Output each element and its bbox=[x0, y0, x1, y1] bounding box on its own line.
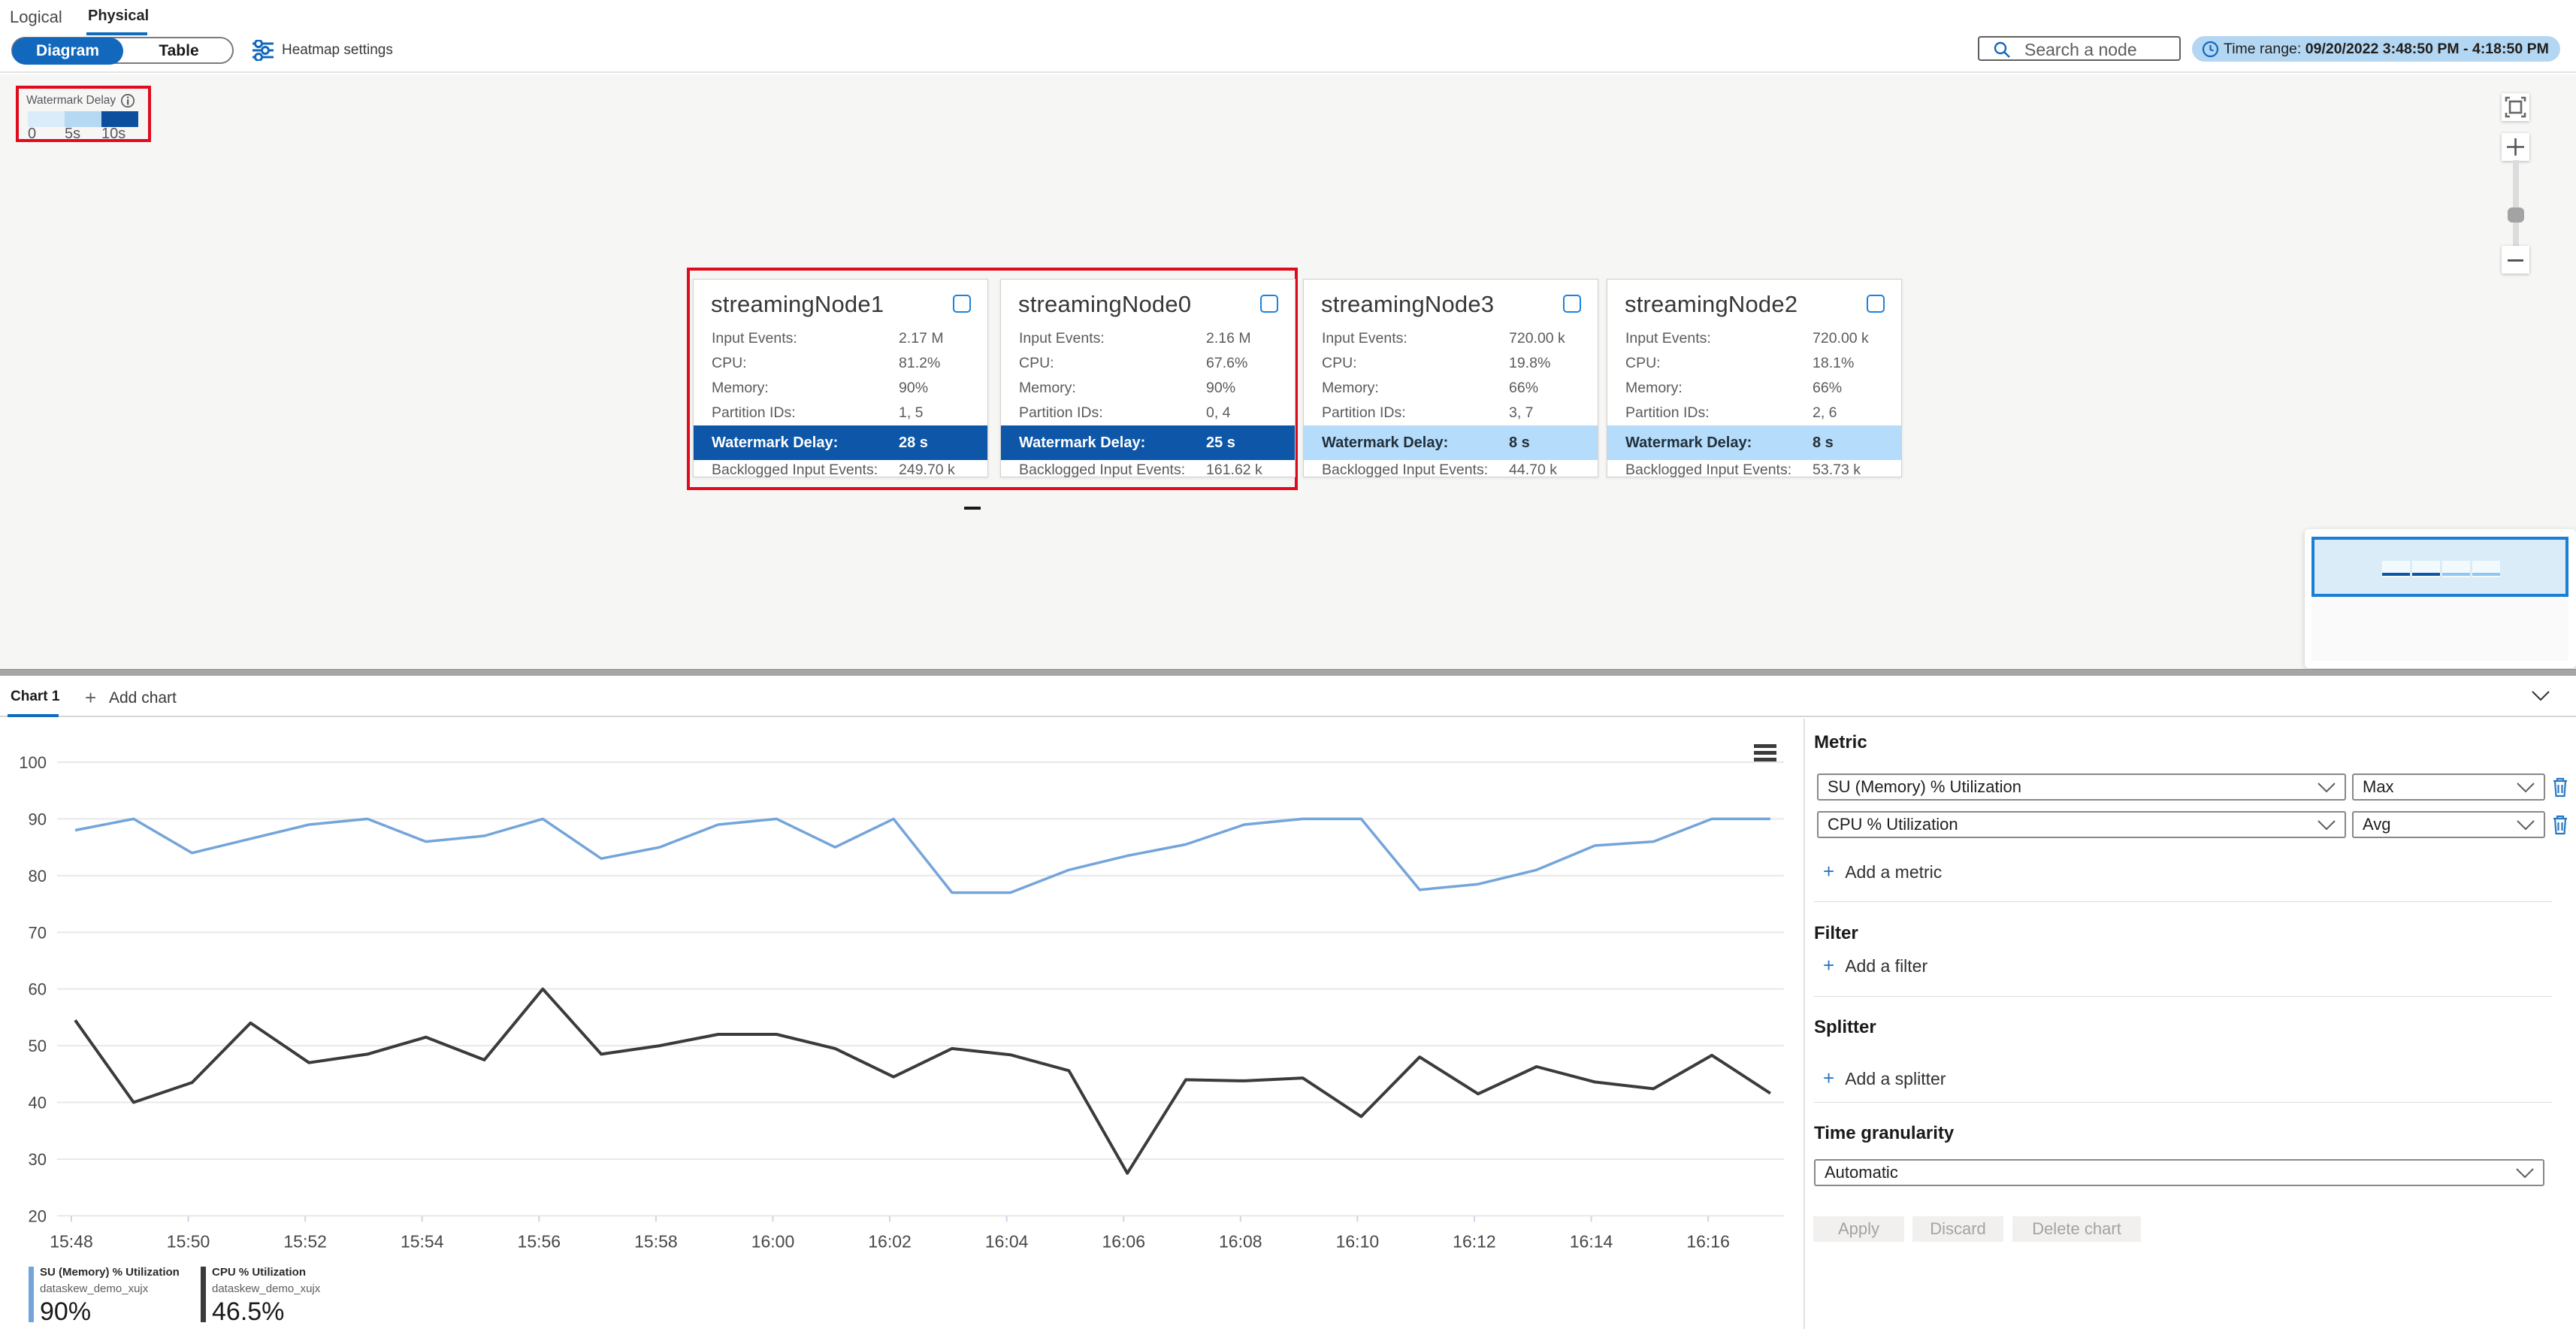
svg-text:15:52: 15:52 bbox=[283, 1231, 327, 1251]
svg-text:90: 90 bbox=[29, 810, 47, 828]
svg-text:30: 30 bbox=[29, 1150, 47, 1169]
svg-text:16:00: 16:00 bbox=[751, 1231, 795, 1251]
svg-text:15:58: 15:58 bbox=[634, 1231, 678, 1251]
svg-text:16:12: 16:12 bbox=[1453, 1231, 1496, 1251]
svg-text:50: 50 bbox=[29, 1037, 47, 1055]
svg-text:16:14: 16:14 bbox=[1570, 1231, 1613, 1251]
svg-text:16:08: 16:08 bbox=[1219, 1231, 1262, 1251]
svg-text:80: 80 bbox=[29, 867, 47, 885]
svg-text:100: 100 bbox=[19, 753, 47, 772]
svg-text:40: 40 bbox=[29, 1094, 47, 1113]
svg-text:70: 70 bbox=[29, 923, 47, 942]
svg-text:60: 60 bbox=[29, 980, 47, 999]
svg-text:16:04: 16:04 bbox=[985, 1231, 1029, 1251]
svg-text:15:56: 15:56 bbox=[518, 1231, 561, 1251]
svg-text:20: 20 bbox=[29, 1206, 47, 1225]
svg-text:15:50: 15:50 bbox=[167, 1231, 210, 1251]
svg-text:16:06: 16:06 bbox=[1102, 1231, 1145, 1251]
svg-text:16:16: 16:16 bbox=[1686, 1231, 1730, 1251]
svg-text:15:48: 15:48 bbox=[50, 1231, 93, 1251]
svg-text:15:54: 15:54 bbox=[401, 1231, 444, 1251]
svg-text:16:10: 16:10 bbox=[1336, 1231, 1380, 1251]
svg-text:16:02: 16:02 bbox=[868, 1231, 912, 1251]
